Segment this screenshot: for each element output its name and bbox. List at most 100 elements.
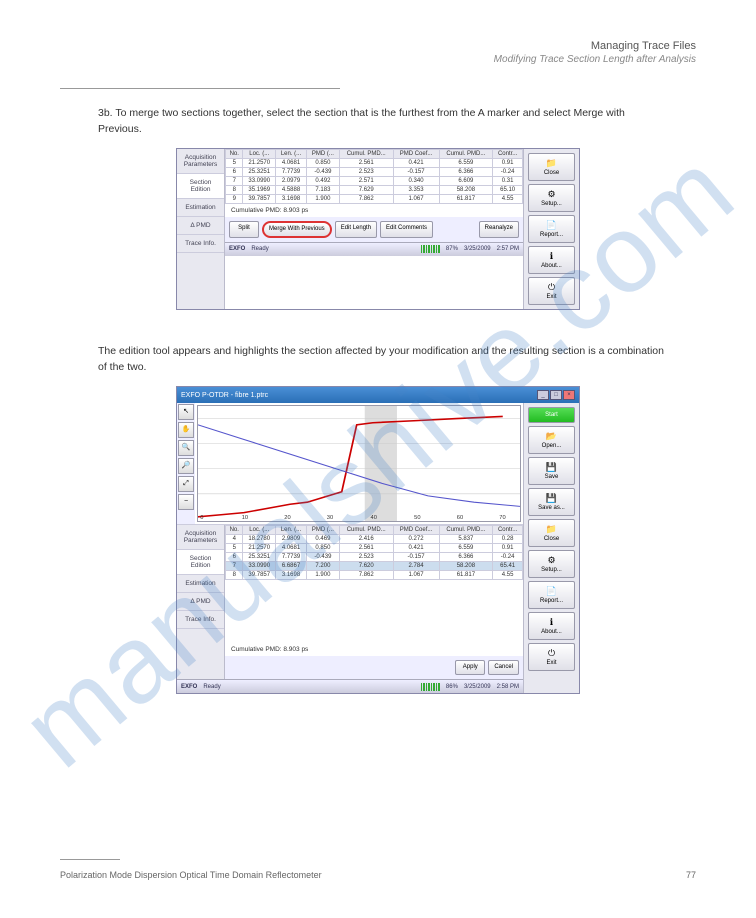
tab-delta-pmd[interactable]: Δ PMD <box>177 217 224 235</box>
document-icon: 📄 <box>531 220 572 231</box>
setup-button[interactable]: ⚙Setup... <box>528 184 575 212</box>
page-number: 77 <box>686 870 696 880</box>
table-row[interactable]: 733.09902.09790.4922.5710.3406.6090.31 <box>226 177 523 186</box>
svg-text:50: 50 <box>414 515 420 521</box>
page-header: Managing Trace Files Modifying Trace Sec… <box>60 40 696 65</box>
intro-text: 3b. To merge two sections together, sele… <box>98 106 666 138</box>
close-icon[interactable]: × <box>563 390 575 400</box>
edit-comments-button[interactable]: Edit Comments <box>380 221 433 238</box>
svg-text:0: 0 <box>200 515 203 521</box>
arrow-icon[interactable]: ↖ <box>178 404 194 420</box>
gear-icon: ⚙ <box>531 189 572 200</box>
date-label: 3/25/2009 <box>464 684 491 690</box>
tab-acq-params[interactable]: Acquisition Parameters <box>177 525 224 550</box>
minimize-icon[interactable]: _ <box>537 390 549 400</box>
side-tabs: Acquisition Parameters Section Edition E… <box>177 149 225 309</box>
about-button[interactable]: ℹAbout... <box>528 246 575 274</box>
cancel-button[interactable]: Cancel <box>488 660 519 675</box>
merge-with-previous-button[interactable]: Merge With Previous <box>262 221 332 238</box>
signal-bars-icon <box>421 683 440 691</box>
svg-text:30: 30 <box>327 515 333 521</box>
col-cumpmd2: Cumul. PMD... <box>439 150 493 159</box>
tab-trace-info[interactable]: Trace Info. <box>177 611 224 629</box>
tab-acq-params[interactable]: Acquisition Parameters <box>177 149 224 174</box>
svg-text:20: 20 <box>284 515 290 521</box>
report-button[interactable]: 📄Report... <box>528 581 575 609</box>
pmd-table: No.Loc. (... Len. (...PMD (... Cumul. PM… <box>225 525 523 580</box>
ready-label: Ready <box>251 246 268 252</box>
page-title: Managing Trace Files <box>60 40 696 52</box>
tab-section-edition[interactable]: Section Edition <box>177 174 224 199</box>
col-pmd: PMD (... <box>306 150 339 159</box>
window-title: EXFO P-OTDR - fibre 1.ptrc <box>181 392 268 399</box>
action-panel: Start 📂Open... 💾Save 💾Save as... 📁Close … <box>523 403 579 693</box>
time-label: 2:58 PM <box>497 684 519 690</box>
action-panel: 📁Close ⚙Setup... 📄Report... ℹAbout... ⏻E… <box>523 149 579 309</box>
zoom-in-icon[interactable]: 🔍 <box>178 440 194 456</box>
apply-button[interactable]: Apply <box>455 660 485 675</box>
table-row[interactable]: 835.19694.58887.1837.6293.35358.20865.10 <box>226 186 523 195</box>
screenshot-section-edition: Acquisition Parameters Section Edition E… <box>176 148 580 310</box>
page-footer: Polarization Mode Dispersion Optical Tim… <box>60 870 696 880</box>
tab-trace-info[interactable]: Trace Info. <box>177 235 224 253</box>
save-button[interactable]: 💾Save <box>528 457 575 485</box>
hand-icon[interactable]: ✋ <box>178 422 194 438</box>
table-row[interactable]: 939.78573.16981.9007.8621.06761.8174.55 <box>226 195 523 204</box>
red-trace <box>198 416 503 516</box>
save-as-button[interactable]: 💾Save as... <box>528 488 575 516</box>
zoom-out-icon[interactable]: 🔎 <box>178 458 194 474</box>
info-icon: ℹ <box>531 617 572 628</box>
info-icon: ℹ <box>531 251 572 262</box>
tab-delta-pmd[interactable]: Δ PMD <box>177 593 224 611</box>
col-contr: Contr... <box>493 150 523 159</box>
setup-button[interactable]: ⚙Setup... <box>528 550 575 578</box>
page-subtitle: Modifying Trace Section Length after Ana… <box>60 54 696 65</box>
close-button[interactable]: 📁Close <box>528 153 575 181</box>
table-row[interactable]: 733.09906.68677.2007.6202.78458.20865.41 <box>226 562 523 571</box>
brand-label: EXFO <box>229 246 245 252</box>
tab-estimation[interactable]: Estimation <box>177 575 224 593</box>
exit-button[interactable]: ⏻Exit <box>528 643 575 671</box>
mid-text: The edition tool appears and highlights … <box>98 344 666 376</box>
edit-toolbar: Apply Cancel <box>225 656 523 679</box>
edit-length-button[interactable]: Edit Length <box>335 221 377 238</box>
header-rule <box>60 88 340 89</box>
signal-bars-icon <box>421 245 440 253</box>
split-button[interactable]: Split <box>229 221 259 238</box>
table-row[interactable]: 418.27802.98090.4692.4160.2725.8370.28 <box>226 535 523 544</box>
about-button[interactable]: ℹAbout... <box>528 612 575 640</box>
brand-label: EXFO <box>181 684 197 690</box>
reanalyze-button[interactable]: Reanalyze <box>479 221 519 238</box>
table-row[interactable]: 625.32517.7739-0.4392.523-0.1576.366-0.2… <box>226 168 523 177</box>
col-loc: Loc. (... <box>243 150 276 159</box>
footer-text: Polarization Mode Dispersion Optical Tim… <box>60 870 322 880</box>
open-button[interactable]: 📂Open... <box>528 426 575 454</box>
statusbar: EXFO Ready 86% 3/25/2009 2:58 PM <box>177 679 523 693</box>
col-no: No. <box>226 150 243 159</box>
svg-text:10: 10 <box>242 515 248 521</box>
exit-button[interactable]: ⏻Exit <box>528 277 575 305</box>
tab-section-edition[interactable]: Section Edition <box>177 550 224 575</box>
table-row[interactable]: 625.32517.7739-0.4392.523-0.1576.366-0.2… <box>226 553 523 562</box>
svg-text:40: 40 <box>371 515 377 521</box>
table-row[interactable]: 521.25704.06810.8502.5610.4216.5590.91 <box>226 544 523 553</box>
date-label: 3/25/2009 <box>464 246 491 252</box>
chart-toolbar: ↖ ✋ 🔍 🔎 ⤢ − <box>177 403 195 524</box>
pmd-chart[interactable]: 01020 304050 6070 <box>197 405 521 522</box>
zoom-minus-icon[interactable]: − <box>178 494 194 510</box>
pmd-table: No. Loc. (... Len. (... PMD (... Cumul. … <box>225 149 523 204</box>
tab-estimation[interactable]: Estimation <box>177 199 224 217</box>
ready-label: Ready <box>203 684 220 690</box>
document-icon: 📄 <box>531 586 572 597</box>
zoom-fit-icon[interactable]: ⤢ <box>178 476 194 492</box>
side-tabs: Acquisition Parameters Section Edition E… <box>177 525 225 679</box>
table-row[interactable]: 521.25704.06810.8502.5610.4216.5590.91 <box>226 159 523 168</box>
close-button[interactable]: 📁Close <box>528 519 575 547</box>
maximize-icon[interactable]: □ <box>550 390 562 400</box>
report-button[interactable]: 📄Report... <box>528 215 575 243</box>
col-len: Len. (... <box>276 150 307 159</box>
disk-icon: 💾 <box>531 462 572 473</box>
start-button[interactable]: Start <box>528 407 575 423</box>
cumulative-pmd: Cumulative PMD: 8.903 ps <box>225 643 523 656</box>
table-row[interactable]: 839.78573.16981.9007.8621.06761.8174.55 <box>226 571 523 580</box>
